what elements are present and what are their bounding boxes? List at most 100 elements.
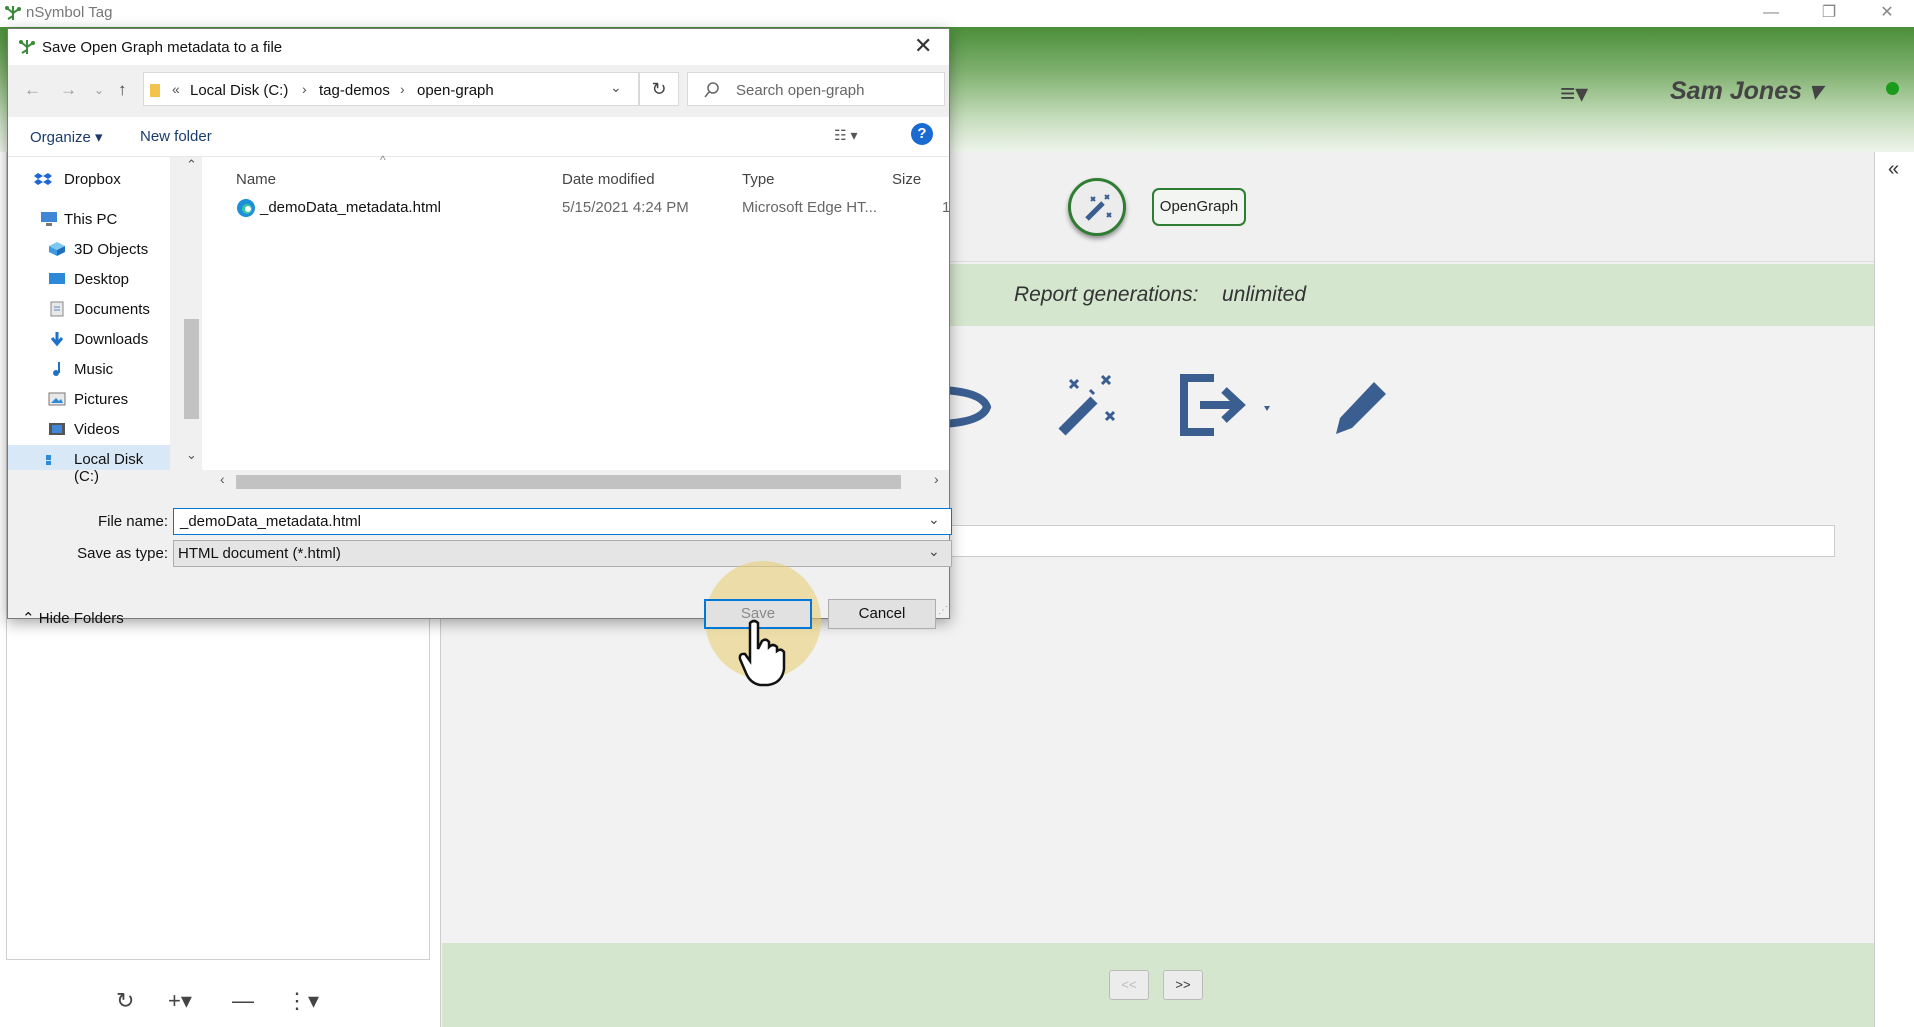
help-icon[interactable]: ?	[911, 123, 933, 145]
hamburger-menu-icon[interactable]: ≡▾	[1560, 78, 1588, 109]
recent-locations-chevron-icon[interactable]: ⌄	[94, 83, 104, 97]
music-icon	[53, 362, 60, 376]
address-overflow-icon[interactable]: «	[172, 81, 180, 97]
address-segment[interactable]: Local Disk (C:)	[190, 82, 288, 99]
nav-item-music[interactable]: Music	[8, 355, 158, 385]
opengraph-button[interactable]: OpenGraph	[1152, 188, 1246, 226]
nav-item-label: Music	[74, 361, 114, 378]
column-header-type[interactable]: Type	[742, 171, 775, 188]
minimize-button[interactable]: —	[1748, 2, 1794, 24]
nav-item-label: This PC	[64, 211, 118, 228]
edge-html-icon	[237, 199, 255, 217]
pager-prev-button[interactable]: <<	[1109, 970, 1149, 1000]
main-text-field[interactable]	[942, 525, 1835, 557]
up-arrow-icon[interactable]: ↑	[118, 80, 127, 100]
address-bar[interactable]: « Local Disk (C:) › tag-demos › open-gra…	[143, 72, 639, 106]
downloads-icon	[50, 332, 64, 347]
nav-item-downloads[interactable]: Downloads	[8, 325, 158, 355]
pictures-icon	[48, 392, 66, 406]
refresh-icon[interactable]: ↻	[116, 988, 134, 1014]
address-segment[interactable]: tag-demos	[319, 82, 390, 99]
search-placeholder: Search open-graph	[736, 82, 865, 99]
status-indicator	[1886, 82, 1899, 95]
disk-icon	[46, 455, 51, 465]
chevron-right-icon: ›	[302, 81, 307, 97]
collapse-panel-icon[interactable]: «	[1888, 158, 1899, 181]
file-name-dropdown-chevron-icon[interactable]: ⌄	[928, 511, 940, 528]
back-arrow-icon[interactable]: ←	[24, 80, 41, 100]
scroll-left-arrow-icon[interactable]: ‹	[220, 471, 225, 487]
scroll-right-arrow-icon[interactable]: ›	[934, 471, 939, 487]
nav-item-local-disk[interactable]: Local Disk (C:)	[8, 445, 170, 485]
dropbox-icon	[34, 173, 52, 185]
remove-icon[interactable]: —	[232, 988, 254, 1014]
app-titlebar	[0, 0, 1914, 27]
edit-pencil-icon[interactable]	[1330, 370, 1390, 440]
dialog-close-button[interactable]: ✕	[914, 33, 932, 59]
resize-grip-icon[interactable]: ⋰	[938, 605, 948, 616]
nav-item-label: 3D Objects	[74, 241, 149, 258]
nav-pane-scrollbar[interactable]	[183, 157, 200, 470]
dialog-title: Save Open Graph metadata to a file	[42, 39, 283, 56]
nav-item-3d-objects[interactable]: 3D Objects	[8, 235, 158, 265]
column-header-date[interactable]: Date modified	[562, 171, 655, 188]
nav-item-documents[interactable]: Documents	[8, 295, 158, 325]
3d-objects-icon	[49, 242, 65, 256]
close-window-button[interactable]: ✕	[1864, 2, 1910, 24]
horizontal-scroll-thumb[interactable]	[236, 475, 901, 489]
magic-wand-icon[interactable]	[1054, 370, 1124, 440]
user-menu[interactable]: Sam Jones ▾	[1670, 76, 1822, 106]
save-as-type-value: HTML document (*.html)	[178, 545, 341, 562]
nav-item-pictures[interactable]: Pictures	[8, 385, 158, 415]
column-header-name[interactable]: Name	[236, 171, 276, 188]
hide-folders-button[interactable]: ⌃ Hide Folders	[22, 609, 124, 627]
report-generations-label: Report generations:	[1014, 283, 1199, 306]
pc-icon	[41, 212, 57, 226]
file-row[interactable]: _demoData_metadata.html 5/15/2021 4:24 P…	[202, 193, 951, 221]
nav-item-this-pc[interactable]: This PC	[8, 205, 158, 235]
search-icon	[704, 82, 719, 98]
scroll-up-arrow-icon[interactable]: ⌃	[186, 157, 197, 173]
left-toolbar	[0, 960, 440, 1027]
file-name-label: File name:	[97, 513, 168, 530]
column-header-size[interactable]: Size	[892, 171, 921, 188]
app-logo-icon	[5, 6, 21, 20]
nav-item-label: Local Disk (C:)	[74, 451, 144, 485]
address-segment[interactable]: open-graph	[417, 82, 494, 99]
right-sidebar	[1874, 152, 1914, 1027]
view-options-icon[interactable]: ☷ ▾	[834, 127, 857, 144]
save-as-type-chevron-icon[interactable]: ⌄	[928, 543, 940, 560]
cancel-button[interactable]: Cancel	[828, 599, 936, 629]
magic-wand-button[interactable]	[1068, 178, 1126, 236]
hand-cursor-icon	[738, 619, 786, 687]
file-size: 1	[942, 199, 951, 216]
save-as-type-select[interactable]: HTML document (*.html)	[173, 540, 952, 567]
navigation-pane: Dropbox This PC 3D Objects Desktop Docum…	[8, 157, 170, 485]
nav-item-dropbox[interactable]: Dropbox	[8, 165, 158, 195]
chevron-up-icon: ⌃	[22, 610, 39, 627]
export-icon[interactable]	[1178, 370, 1278, 440]
file-name-input[interactable]: _demoData_metadata.html	[173, 508, 952, 535]
documents-icon	[50, 301, 64, 317]
nav-item-desktop[interactable]: Desktop	[8, 265, 158, 295]
scroll-down-arrow-icon[interactable]: ⌄	[186, 447, 197, 463]
nav-item-label: Videos	[74, 421, 120, 438]
add-icon[interactable]: +▾	[168, 988, 192, 1014]
more-options-icon[interactable]: ⋮▾	[286, 988, 319, 1014]
folder-icon	[150, 84, 160, 97]
sort-indicator-icon: ^	[380, 153, 386, 167]
refresh-icon[interactable]: ↻	[639, 72, 679, 106]
nav-pane-scroll-thumb[interactable]	[184, 319, 199, 419]
desktop-icon	[49, 273, 65, 284]
address-dropdown-chevron-icon[interactable]: ⌄	[610, 79, 622, 96]
pager-next-button[interactable]: >>	[1163, 970, 1203, 1000]
file-name: _demoData_metadata.html	[260, 199, 441, 216]
file-type: Microsoft Edge HT...	[742, 199, 878, 216]
app-title: nSymbol Tag	[26, 4, 113, 21]
new-folder-button[interactable]: New folder	[140, 128, 212, 145]
nav-item-videos[interactable]: Videos	[8, 415, 158, 445]
restore-button[interactable]: ❐	[1806, 2, 1852, 24]
forward-arrow-icon[interactable]: →	[60, 80, 77, 100]
search-input[interactable]: Search open-graph	[687, 72, 945, 106]
organize-button[interactable]: Organize ▾	[30, 128, 103, 146]
